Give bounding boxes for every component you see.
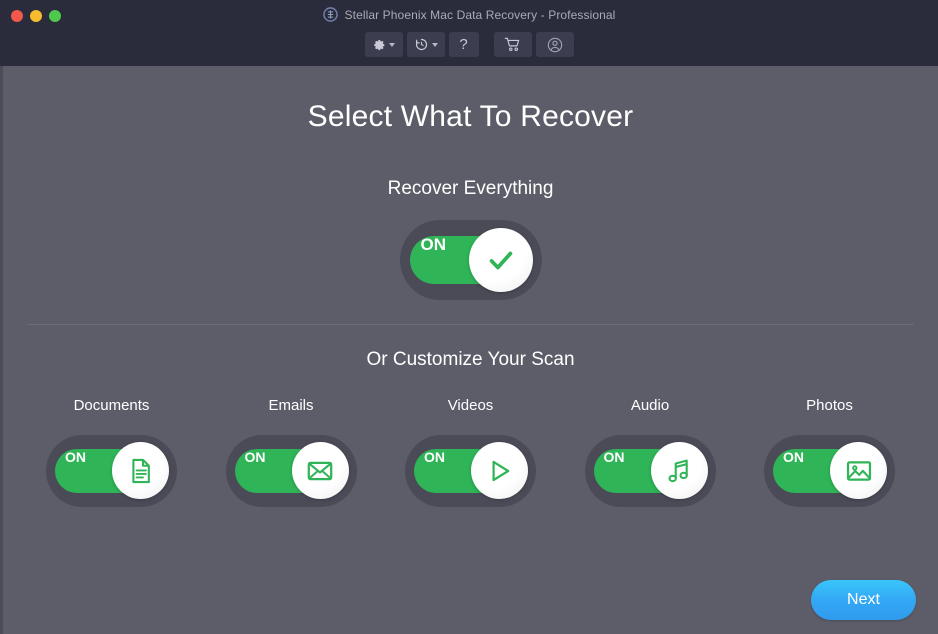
category-emails: Emails ON — [225, 397, 357, 507]
category-label: Photos — [806, 397, 853, 414]
clock-history-icon — [415, 38, 427, 51]
toggle-on-label: ON — [420, 235, 447, 254]
toggle-on-label: ON — [244, 449, 266, 465]
category-documents: Documents ON — [46, 397, 177, 507]
help-button[interactable]: ? — [448, 32, 479, 57]
traffic-lights — [11, 10, 61, 22]
envelope-icon — [307, 461, 333, 480]
recover-everything-toggle-row: ON — [3, 220, 938, 300]
toggle-on-label: ON — [603, 449, 625, 465]
category-photos: Photos ON — [764, 397, 895, 507]
category-label: Emails — [268, 397, 314, 414]
toggle-on-label: ON — [65, 449, 86, 465]
store-button[interactable] — [493, 32, 532, 57]
settings-button[interactable] — [364, 32, 403, 57]
toggle-knob — [830, 442, 887, 499]
documents-toggle[interactable]: ON — [46, 435, 177, 507]
titlebar: Stellar Phoenix Mac Data Recovery - Prof… — [0, 0, 938, 32]
close-window-button[interactable] — [11, 10, 23, 22]
customize-scan-heading: Or Customize Your Scan — [366, 349, 575, 370]
image-icon — [846, 460, 871, 481]
history-button[interactable] — [406, 32, 445, 57]
window-title-group: Stellar Phoenix Mac Data Recovery - Prof… — [0, 7, 938, 22]
toolbar-strip: ? — [0, 32, 938, 66]
app-window: Stellar Phoenix Mac Data Recovery - Prof… — [0, 0, 938, 634]
category-label: Documents — [73, 397, 150, 414]
category-label: Audio — [630, 397, 670, 414]
toggle-knob — [471, 442, 528, 499]
category-audio: Audio ON — [584, 397, 716, 507]
question-mark-icon: ? — [459, 36, 468, 53]
music-note-icon — [668, 459, 688, 482]
toggle-knob — [650, 442, 708, 499]
videos-toggle[interactable]: ON — [405, 435, 536, 507]
play-icon — [491, 460, 509, 481]
emails-toggle[interactable]: ON — [225, 435, 357, 507]
toggle-on-label: ON — [783, 449, 804, 465]
maximize-window-button[interactable] — [49, 10, 61, 22]
chevron-down-icon — [431, 42, 438, 47]
recover-everything-heading: Recover Everything — [387, 178, 554, 199]
document-icon — [131, 458, 150, 483]
minimize-window-button[interactable] — [30, 10, 42, 22]
chevron-down-icon — [389, 42, 395, 47]
footer: Next — [811, 580, 916, 620]
category-videos: Videos ON — [405, 397, 536, 507]
gear-icon — [374, 39, 385, 50]
main-content: Select What To Recover Recover Everythin… — [0, 66, 938, 634]
shopping-cart-icon — [504, 37, 520, 52]
page-title: Select What To Recover — [307, 100, 634, 133]
category-label: Videos — [447, 397, 494, 414]
user-account-icon — [547, 37, 562, 52]
checkmark-icon — [489, 251, 512, 270]
next-button[interactable]: Next — [811, 580, 916, 620]
stellar-logo-icon — [322, 7, 338, 22]
toggle-knob — [112, 442, 169, 499]
toggle-knob — [291, 442, 349, 499]
window-title: Stellar Phoenix Mac Data Recovery - Prof… — [344, 7, 616, 22]
category-toggle-list: Documents ON Emails ON Videos ON Audio O… — [3, 397, 938, 507]
toggle-knob — [468, 228, 533, 292]
photos-toggle[interactable]: ON — [764, 435, 895, 507]
toggle-on-label: ON — [424, 449, 445, 465]
account-button[interactable] — [535, 32, 574, 57]
recover-everything-toggle[interactable]: ON — [399, 220, 542, 300]
toolbar: ? — [364, 32, 574, 57]
audio-toggle[interactable]: ON — [584, 435, 716, 507]
